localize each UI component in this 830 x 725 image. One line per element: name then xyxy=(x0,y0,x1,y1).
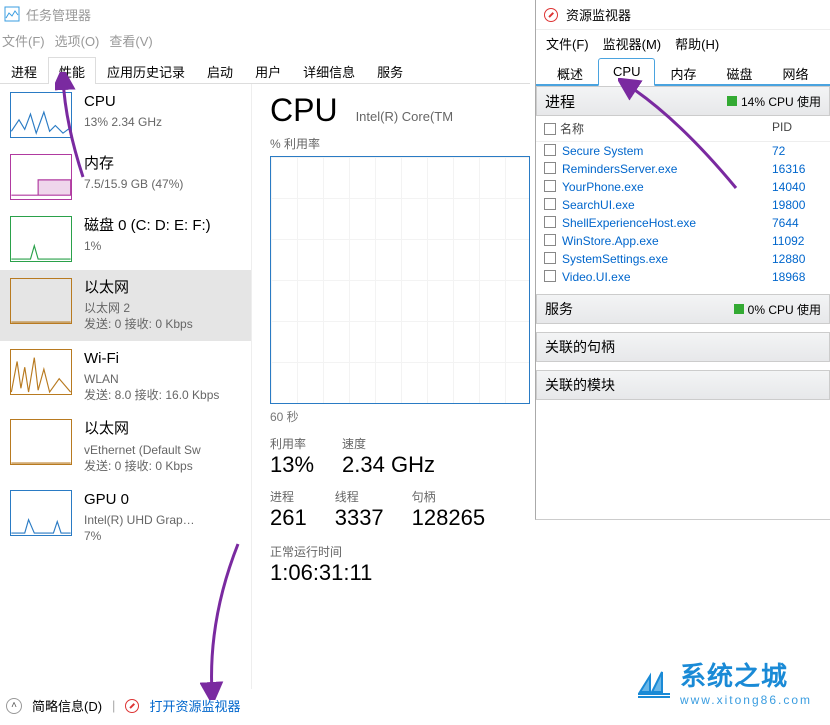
cpu-model: Intel(R) Core(TM xyxy=(356,109,454,124)
process-row[interactable]: SystemSettings.exe12880 xyxy=(536,250,830,268)
process-row[interactable]: Video.UI.exe18968 xyxy=(536,268,830,286)
tm-tab-6[interactable]: 服务 xyxy=(366,57,414,84)
rm-process-list: Secure System72RemindersServer.exe16316Y… xyxy=(536,142,830,286)
sidebar-item-0[interactable]: CPU13% 2.34 GHz xyxy=(0,84,251,146)
rm-tabs: 概述CPU内存磁盘网络 xyxy=(536,56,830,86)
stat: 利用率13% xyxy=(270,435,314,478)
watermark: 系统之城 www.xitong86.com xyxy=(636,656,812,707)
sidebar-item-6[interactable]: GPU 0Intel(R) UHD Grap…7% xyxy=(0,482,251,553)
rm-titlebar: 资源监视器 xyxy=(536,0,830,30)
tm-footer: ˄ 简略信息(D) | 打开资源监视器 xyxy=(6,696,240,715)
col-pid[interactable]: PID xyxy=(772,120,822,137)
tm-app-icon xyxy=(4,6,20,22)
process-row[interactable]: RemindersServer.exe16316 xyxy=(536,160,830,178)
rm-services-bar[interactable]: 服务 0% CPU 使用 xyxy=(536,294,830,324)
rm-tab-1[interactable]: CPU xyxy=(598,58,655,86)
tm-menu-file[interactable]: 文件(F) xyxy=(2,31,45,50)
stat: 进程261 xyxy=(270,488,307,531)
util-label: % 利用率 xyxy=(270,135,526,152)
tm-menu: 文件(F) 选项(O) 查看(V) xyxy=(0,28,530,52)
checkbox[interactable] xyxy=(544,234,556,246)
tm-tab-4[interactable]: 用户 xyxy=(244,57,292,84)
rm-modules-bar[interactable]: 关联的模块 xyxy=(536,370,830,400)
tm-menu-options[interactable]: 选项(O) xyxy=(55,31,100,50)
rm-column-head: 名称 PID xyxy=(536,116,830,142)
tm-main: CPU Intel(R) Core(TM % 利用率 60 秒 利用率13% 速度… xyxy=(252,84,530,689)
sidebar-item-3[interactable]: 以太网以太网 2发送: 0 接收: 0 Kbps xyxy=(0,270,251,341)
process-row[interactable]: YourPhone.exe14040 xyxy=(536,178,830,196)
rm-tab-3[interactable]: 磁盘 xyxy=(711,58,767,86)
sidebar-item-1[interactable]: 内存7.5/15.9 GB (47%) xyxy=(0,146,251,208)
rm-title: 资源监视器 xyxy=(566,5,631,24)
sidebar-item-2[interactable]: 磁盘 0 (C: D: E: F:)1% xyxy=(0,208,251,270)
simple-info-link[interactable]: 简略信息(D) xyxy=(32,696,102,715)
resmon-orb-icon xyxy=(125,699,139,713)
rm-process-bar[interactable]: 进程 14% CPU 使用 xyxy=(536,86,830,116)
process-row[interactable]: ShellExperienceHost.exe7644 xyxy=(536,214,830,232)
checkbox[interactable] xyxy=(544,216,556,228)
checkbox[interactable] xyxy=(544,270,556,282)
tm-tab-5[interactable]: 详细信息 xyxy=(292,57,366,84)
checkbox[interactable] xyxy=(544,198,556,210)
resmon-app-icon xyxy=(544,8,558,22)
watermark-logo-icon xyxy=(636,664,672,700)
checkbox[interactable] xyxy=(544,144,556,156)
open-resmon-link[interactable]: 打开资源监视器 xyxy=(149,696,240,715)
uptime-value: 1:06:31:11 xyxy=(270,560,526,586)
led-icon xyxy=(727,96,737,106)
task-manager-window: 任务管理器 文件(F) 选项(O) 查看(V) 进程性能应用历史记录启动用户详细… xyxy=(0,0,530,725)
cpu-chart xyxy=(270,156,530,404)
process-row[interactable]: SearchUI.exe19800 xyxy=(536,196,830,214)
rm-handles-label: 关联的句柄 xyxy=(545,337,615,357)
process-row[interactable]: WinStore.App.exe11092 xyxy=(536,232,830,250)
tm-menu-view[interactable]: 查看(V) xyxy=(109,31,152,50)
sec60-label: 60 秒 xyxy=(270,408,526,425)
process-row[interactable]: Secure System72 xyxy=(536,142,830,160)
tm-tab-1[interactable]: 性能 xyxy=(48,57,96,84)
col-name[interactable]: 名称 xyxy=(560,120,584,137)
rm-menu-monitor[interactable]: 监视器(M) xyxy=(603,34,662,53)
cpu-heading: CPU xyxy=(270,92,338,129)
watermark-text: 系统之城 xyxy=(680,661,788,691)
checkbox[interactable] xyxy=(544,252,556,264)
watermark-url: www.xitong86.com xyxy=(680,693,812,707)
checkbox[interactable] xyxy=(544,162,556,174)
rm-services-pct: 0% CPU 使用 xyxy=(748,301,821,318)
tm-tab-0[interactable]: 进程 xyxy=(0,57,48,84)
stat: 线程3337 xyxy=(335,488,384,531)
rm-process-label: 进程 xyxy=(545,91,575,112)
rm-modules-label: 关联的模块 xyxy=(545,375,615,395)
uptime-label: 正常运行时间 xyxy=(270,543,526,560)
led-icon xyxy=(734,304,744,314)
tm-titlebar: 任务管理器 xyxy=(0,0,530,28)
rm-menu: 文件(F) 监视器(M) 帮助(H) xyxy=(536,30,830,56)
sidebar-item-5[interactable]: 以太网vEthernet (Default Sw发送: 0 接收: 0 Kbps xyxy=(0,411,251,482)
checkbox-all[interactable] xyxy=(544,123,556,135)
rm-tab-0[interactable]: 概述 xyxy=(542,58,598,86)
rm-tab-2[interactable]: 内存 xyxy=(655,58,711,86)
chevron-up-icon[interactable]: ˄ xyxy=(6,698,22,714)
rm-menu-help[interactable]: 帮助(H) xyxy=(675,34,719,53)
resource-monitor-window: 资源监视器 文件(F) 监视器(M) 帮助(H) 概述CPU内存磁盘网络 进程 … xyxy=(535,0,830,520)
tm-tab-2[interactable]: 应用历史记录 xyxy=(96,57,196,84)
rm-handles-bar[interactable]: 关联的句柄 xyxy=(536,332,830,362)
rm-tab-4[interactable]: 网络 xyxy=(768,58,824,86)
tm-tabs: 进程性能应用历史记录启动用户详细信息服务 xyxy=(0,56,530,84)
checkbox[interactable] xyxy=(544,180,556,192)
sidebar-item-4[interactable]: Wi-FiWLAN发送: 8.0 接收: 16.0 Kbps xyxy=(0,341,251,412)
tm-tab-3[interactable]: 启动 xyxy=(196,57,244,84)
stat: 速度2.34 GHz xyxy=(342,435,435,478)
rm-services-label: 服务 xyxy=(545,299,573,319)
tm-title: 任务管理器 xyxy=(26,5,91,24)
stat: 句柄128265 xyxy=(412,488,485,531)
tm-sidebar: CPU13% 2.34 GHz 内存7.5/15.9 GB (47%) 磁盘 0… xyxy=(0,84,252,689)
rm-menu-file[interactable]: 文件(F) xyxy=(546,34,589,53)
rm-process-pct: 14% CPU 使用 xyxy=(741,93,821,110)
